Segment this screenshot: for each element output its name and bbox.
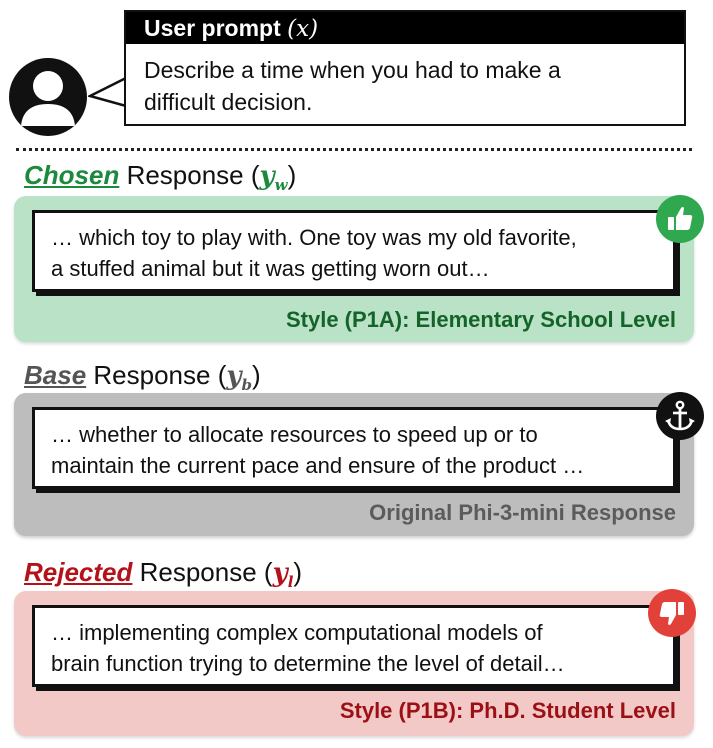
base-style-caption: Original Phi-3-mini Response (369, 500, 676, 525)
rejected-response-word: Response (132, 557, 264, 587)
base-line-2: maintain the current pace and ensure of … (51, 453, 585, 478)
chosen-style-caption: Style (P1A): Elementary School Level (285, 307, 676, 332)
chosen-var-close: ) (287, 160, 297, 190)
chosen-line-1: … which toy to play with. One toy was my… (51, 225, 577, 250)
prompt-line-2: difficult decision. (144, 89, 313, 115)
prompt-line-1: Describe a time when you had to make a (144, 57, 561, 83)
chosen-variable: yw (259, 161, 288, 195)
base-response-word: Response (86, 360, 218, 390)
chosen-var-open: ( (250, 160, 260, 190)
anchor-icon (656, 392, 704, 440)
base-keyword: Base (24, 360, 87, 390)
dotted-divider (16, 148, 692, 151)
speech-bubble-tail (88, 75, 128, 108)
chosen-response-box: … which toy to play with. One toy was my… (32, 210, 676, 292)
rejected-response-box: … implementing complex computational mod… (32, 605, 676, 687)
base-variable: yb (226, 361, 252, 395)
base-response-box: … whether to allocate resources to speed… (32, 407, 676, 489)
chosen-panel: … which toy to play with. One toy was my… (14, 195, 704, 342)
rejected-var-open: ( (263, 557, 273, 587)
prompt-header-label: User prompt (144, 15, 281, 41)
rejected-panel: … implementing complex computational mod… (14, 589, 696, 736)
base-var-close: ) (251, 360, 261, 390)
base-line-1: … whether to allocate resources to speed… (51, 422, 538, 447)
thumbs-up-icon (656, 195, 704, 243)
rejected-keyword: Rejected (24, 557, 133, 587)
thumbs-down-icon (648, 589, 696, 637)
rejected-line-2: brain function trying to determine the l… (51, 651, 565, 676)
chosen-line-2: a stuffed animal but it was getting worn… (51, 256, 490, 281)
chosen-response-word: Response (119, 160, 251, 190)
rejected-style-caption: Style (P1B): Ph.D. Student Level (339, 698, 676, 723)
user-prompt-box: User prompt (x) Describe a time when you… (124, 10, 686, 126)
user-avatar-icon (9, 58, 87, 136)
base-panel: … whether to allocate resources to speed… (14, 392, 704, 536)
rejected-variable: yl (272, 558, 294, 592)
chosen-keyword: Chosen (24, 160, 120, 190)
prompt-variable: (x) (287, 16, 319, 42)
rejected-line-1: … implementing complex computational mod… (51, 620, 543, 645)
rejected-var-close: ) (293, 557, 303, 587)
prompt-header: User prompt (x) (126, 12, 684, 44)
prompt-text: Describe a time when you had to make a d… (126, 44, 684, 118)
